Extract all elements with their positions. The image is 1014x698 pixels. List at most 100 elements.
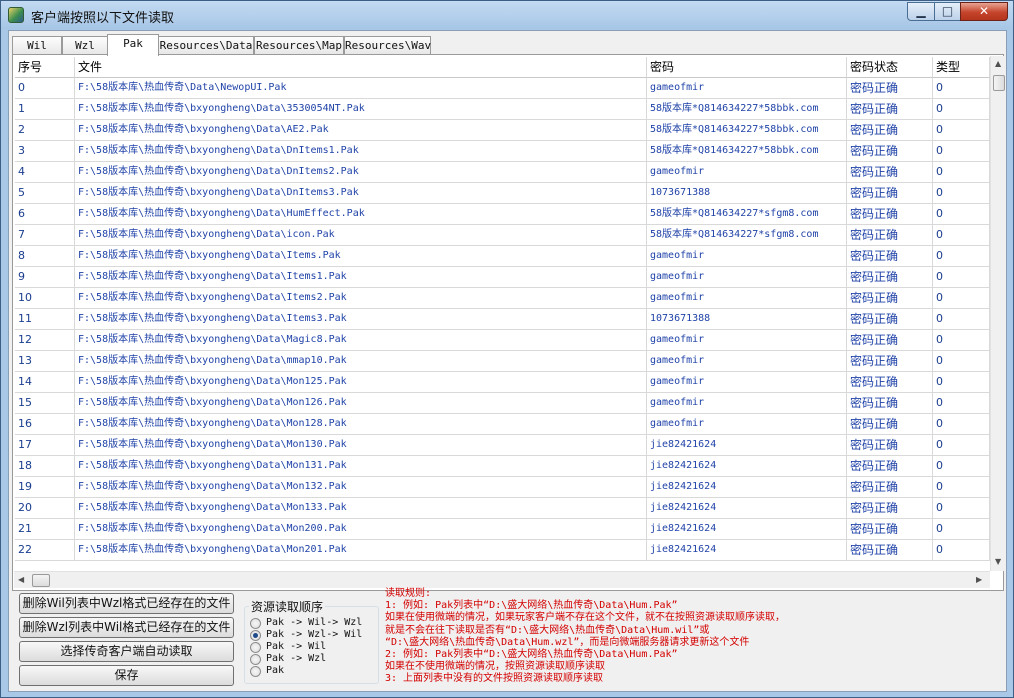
header-file[interactable]: 文件 bbox=[75, 57, 647, 78]
cell-index: 15 bbox=[15, 393, 75, 414]
cell-type: 0 bbox=[933, 519, 990, 540]
rule-line: 如果在不使用微端的情况，按照资源读取顺序读取 bbox=[385, 661, 605, 673]
table-row[interactable]: 17 F:\58版本库\热血传奇\bxyongheng\Data\Mon130.P… bbox=[15, 435, 990, 456]
cell-file: F:\58版本库\热血传奇\bxyongheng\Data\Items2.Pak bbox=[75, 288, 647, 309]
cell-password: jie82421624 bbox=[647, 456, 847, 477]
cell-password: gameofmir bbox=[647, 330, 847, 351]
cell-password-status: 密码正确 bbox=[847, 225, 933, 246]
rule-line: 3: 上面列表中没有的文件按照资源读取顺序读取 bbox=[385, 673, 604, 685]
cell-password: gameofmir bbox=[647, 267, 847, 288]
delete-wil-duplicates-button[interactable]: 删除Wil列表中Wzl格式已经存在的文件 bbox=[19, 593, 234, 614]
cell-file: F:\58版本库\热血传奇\bxyongheng\Data\mmap10.Pak bbox=[75, 351, 647, 372]
tab-resources-data[interactable]: Resources\Data bbox=[158, 36, 254, 55]
table-header: 序号 文件 密码 密码状态 类型 bbox=[15, 57, 990, 78]
radio-button-icon[interactable] bbox=[250, 630, 261, 641]
cell-type: 0 bbox=[933, 78, 990, 99]
table-row[interactable]: 5 F:\58版本库\热血传奇\bxyongheng\Data\DnItems3.… bbox=[15, 183, 990, 204]
cell-password: jie82421624 bbox=[647, 435, 847, 456]
cell-index: 1 bbox=[15, 99, 75, 120]
scroll-down-icon[interactable]: ▼ bbox=[995, 556, 1001, 568]
tab-wzl[interactable]: Wzl bbox=[62, 36, 108, 55]
table-row[interactable]: 11 F:\58版本库\热血传奇\bxyongheng\Data\Items3.P… bbox=[15, 309, 990, 330]
table-row[interactable]: 4 F:\58版本库\热血传奇\bxyongheng\Data\DnItems2.… bbox=[15, 162, 990, 183]
header-type[interactable]: 类型 bbox=[933, 57, 990, 78]
cell-password-status: 密码正确 bbox=[847, 162, 933, 183]
table-row[interactable]: 22 F:\58版本库\热血传奇\bxyongheng\Data\Mon201.P… bbox=[15, 540, 990, 561]
tab-resources-wav[interactable]: Resources\Wav bbox=[344, 36, 431, 55]
header-password-status[interactable]: 密码状态 bbox=[847, 57, 933, 78]
table-row[interactable]: 18 F:\58版本库\热血传奇\bxyongheng\Data\Mon131.P… bbox=[15, 456, 990, 477]
cell-type: 0 bbox=[933, 309, 990, 330]
cell-index: 22 bbox=[15, 540, 75, 561]
cell-password-status: 密码正确 bbox=[847, 246, 933, 267]
table-row[interactable]: 19 F:\58版本库\热血传奇\bxyongheng\Data\Mon132.P… bbox=[15, 477, 990, 498]
cell-type: 0 bbox=[933, 288, 990, 309]
cell-password: gameofmir bbox=[647, 246, 847, 267]
table-row[interactable]: 15 F:\58版本库\热血传奇\bxyongheng\Data\Mon126.P… bbox=[15, 393, 990, 414]
cell-index: 8 bbox=[15, 246, 75, 267]
cell-password-status: 密码正确 bbox=[847, 351, 933, 372]
cell-index: 7 bbox=[15, 225, 75, 246]
tab-resources-map[interactable]: Resources\Map bbox=[254, 36, 344, 55]
close-button[interactable]: ✕ bbox=[960, 2, 1008, 21]
radio-button-icon[interactable] bbox=[250, 666, 261, 677]
header-index[interactable]: 序号 bbox=[15, 57, 75, 78]
table-row[interactable]: 20 F:\58版本库\热血传奇\bxyongheng\Data\Mon133.P… bbox=[15, 498, 990, 519]
cell-password-status: 密码正确 bbox=[847, 519, 933, 540]
title-bar[interactable]: 客户端按照以下文件读取 ▁ □ ✕ bbox=[1, 1, 1013, 29]
header-password[interactable]: 密码 bbox=[647, 57, 847, 78]
cell-type: 0 bbox=[933, 477, 990, 498]
cell-password-status: 密码正确 bbox=[847, 330, 933, 351]
cell-type: 0 bbox=[933, 351, 990, 372]
cell-file: F:\58版本库\热血传奇\bxyongheng\Data\DnItems3.P… bbox=[75, 183, 647, 204]
table-row[interactable]: 10 F:\58版本库\热血传奇\bxyongheng\Data\Items2.P… bbox=[15, 288, 990, 309]
cell-type: 0 bbox=[933, 204, 990, 225]
rule-line: 就是不会在往下读取是否有“D:\盛大网络\热血传奇\Data\Hum.wil”或 bbox=[385, 624, 710, 636]
radio-button-icon[interactable] bbox=[250, 654, 261, 665]
cell-file: F:\58版本库\热血传奇\bxyongheng\Data\Items.Pak bbox=[75, 246, 647, 267]
cell-password: 58版本库*Q814634227*58bbk.com bbox=[647, 99, 847, 120]
cell-index: 16 bbox=[15, 414, 75, 435]
cell-password-status: 密码正确 bbox=[847, 141, 933, 162]
vertical-scrollbar[interactable]: ▲ ▼ bbox=[990, 56, 1006, 571]
tab-wil[interactable]: Wil bbox=[12, 36, 62, 55]
horizontal-scrollbar[interactable]: ◀ ▶ bbox=[14, 571, 990, 588]
file-table[interactable]: 序号 文件 密码 密码状态 类型 0 F:\58版本库\热血传奇\Data\New… bbox=[15, 57, 990, 570]
table-row[interactable]: 16 F:\58版本库\热血传奇\bxyongheng\Data\Mon128.P… bbox=[15, 414, 990, 435]
table-row[interactable]: 14 F:\58版本库\热血传奇\bxyongheng\Data\Mon125.P… bbox=[15, 372, 990, 393]
table-row[interactable]: 8 F:\58版本库\热血传奇\bxyongheng\Data\Items.Pak… bbox=[15, 246, 990, 267]
tab-pak[interactable]: Pak bbox=[107, 34, 159, 56]
delete-wzl-duplicates-button[interactable]: 删除Wzl列表中Wil格式已经存在的文件 bbox=[19, 617, 234, 638]
cell-type: 0 bbox=[933, 456, 990, 477]
cell-type: 0 bbox=[933, 540, 990, 561]
auto-read-client-button[interactable]: 选择传奇客户端自动读取 bbox=[19, 641, 234, 662]
table-row[interactable]: 13 F:\58版本库\热血传奇\bxyongheng\Data\mmap10.P… bbox=[15, 351, 990, 372]
maximize-button[interactable]: □ bbox=[934, 2, 961, 21]
table-row[interactable]: 0 F:\58版本库\热血传奇\Data\NewopUI.Pak gameofmir… bbox=[15, 78, 990, 99]
cell-password-status: 密码正确 bbox=[847, 456, 933, 477]
minimize-button[interactable]: ▁ bbox=[907, 2, 935, 21]
table-row[interactable]: 9 F:\58版本库\热血传奇\bxyongheng\Data\Items1.Pa… bbox=[15, 267, 990, 288]
cell-index: 0 bbox=[15, 78, 75, 99]
cell-password: gameofmir bbox=[647, 414, 847, 435]
table-row[interactable]: 3 F:\58版本库\热血传奇\bxyongheng\Data\DnItems1.… bbox=[15, 141, 990, 162]
horizontal-scroll-thumb[interactable] bbox=[32, 574, 50, 587]
cell-password-status: 密码正确 bbox=[847, 414, 933, 435]
cell-file: F:\58版本库\热血传奇\bxyongheng\Data\Mon133.Pak bbox=[75, 498, 647, 519]
table-row[interactable]: 12 F:\58版本库\热血传奇\bxyongheng\Data\Magic8.P… bbox=[15, 330, 990, 351]
read-rules-text: 读取规则: 1: 例如: Pak列表中“D:\盛大网络\热血传奇\Data\Hum… bbox=[385, 588, 1000, 692]
table-row[interactable]: 1 F:\58版本库\热血传奇\bxyongheng\Data\3530054NT… bbox=[15, 99, 990, 120]
cell-file: F:\58版本库\热血传奇\bxyongheng\Data\Magic8.Pak bbox=[75, 330, 647, 351]
radio-button-icon[interactable] bbox=[250, 642, 261, 653]
scroll-left-icon[interactable]: ◀ bbox=[18, 574, 24, 586]
save-button[interactable]: 保存 bbox=[19, 665, 234, 686]
table-row[interactable]: 6 F:\58版本库\热血传奇\bxyongheng\Data\HumEffect… bbox=[15, 204, 990, 225]
table-row[interactable]: 7 F:\58版本库\热血传奇\bxyongheng\Data\icon.Pak 5… bbox=[15, 225, 990, 246]
radio-button-icon[interactable] bbox=[250, 618, 261, 629]
table-row[interactable]: 2 F:\58版本库\热血传奇\bxyongheng\Data\AE2.Pak 58… bbox=[15, 120, 990, 141]
scroll-up-icon[interactable]: ▲ bbox=[995, 58, 1001, 70]
scroll-right-icon[interactable]: ▶ bbox=[976, 574, 982, 586]
vertical-scroll-thumb[interactable] bbox=[993, 75, 1005, 91]
table-row[interactable]: 21 F:\58版本库\热血传奇\bxyongheng\Data\Mon200.P… bbox=[15, 519, 990, 540]
cell-type: 0 bbox=[933, 99, 990, 120]
